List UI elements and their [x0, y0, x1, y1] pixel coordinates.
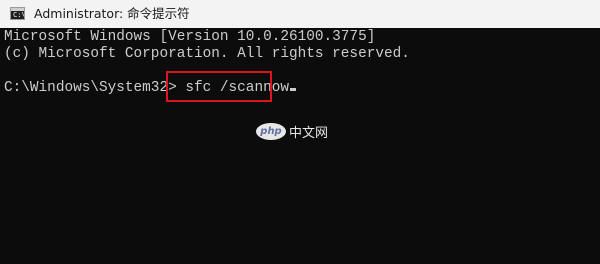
- watermark-text: 中文网: [289, 125, 329, 141]
- php-logo-text: php: [260, 125, 282, 137]
- cmd-prompt-icon: C:\: [10, 7, 25, 20]
- php-logo: php: [256, 122, 286, 140]
- command-prompt-path: C:\Windows\System32>: [4, 80, 177, 96]
- title-bar[interactable]: C:\ Administrator: 命令提示符: [0, 0, 600, 28]
- text-cursor: [290, 88, 296, 91]
- watermark: php 中文网: [256, 122, 329, 141]
- cmd-icon-glyph: C:\: [13, 11, 25, 19]
- console-line-version: Microsoft Windows [Version 10.0.26100.37…: [4, 29, 376, 45]
- command-prompt-window: C:\ Administrator: 命令提示符 Microsoft Windo…: [0, 0, 600, 264]
- command-highlight-box: [166, 71, 272, 102]
- console-line-copyright: (c) Microsoft Corporation. All rights re…: [4, 46, 410, 62]
- window-title: Administrator: 命令提示符: [34, 6, 190, 21]
- console-output[interactable]: Microsoft Windows [Version 10.0.26100.37…: [0, 28, 600, 264]
